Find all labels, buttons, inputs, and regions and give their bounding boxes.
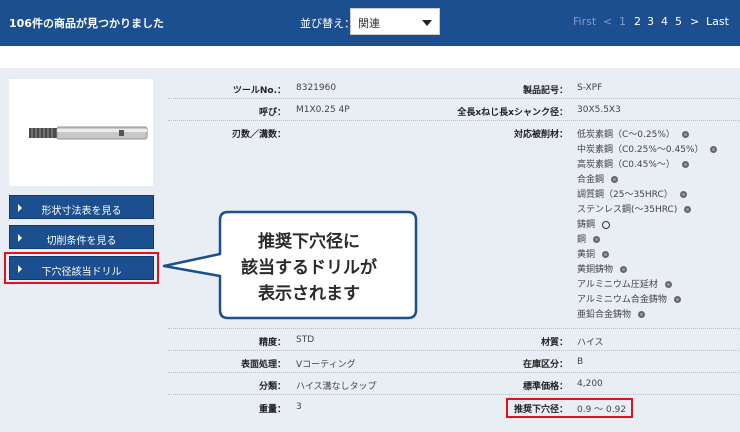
double-circle-icon — [673, 296, 681, 303]
list-item: 高炭素鋼（C0.45%〜） — [577, 157, 689, 170]
highlight-box — [4, 252, 159, 284]
callout-text: 推奨下穴径に 該当するドリルが 表示されます — [224, 229, 394, 307]
table-row: 呼び： M1X0.25 4P 全長xねじ長xシャンク径： 30X5.5X3 — [168, 99, 740, 121]
double-circle-icon — [679, 191, 687, 198]
pager-page-5[interactable]: 5 — [675, 15, 682, 28]
callout-line: 該当するドリルが — [241, 258, 377, 278]
list-item: アルミニウム圧延材 — [577, 277, 672, 290]
list-item: 低炭素鋼（C〜0.25%） — [577, 127, 689, 140]
surface-value: Vコーティング — [296, 360, 356, 370]
view-dimensions-button[interactable]: 形状寸法表を見る — [9, 195, 154, 219]
pager-page-3[interactable]: 3 — [647, 15, 654, 28]
double-circle-icon — [710, 146, 718, 153]
double-circle-icon — [602, 251, 610, 258]
list-item: 亜鉛合金鋳物 — [577, 307, 646, 320]
list-item: 黄銅 — [577, 247, 610, 260]
pager-page-2[interactable]: 2 — [634, 15, 641, 28]
double-circle-icon — [681, 161, 689, 168]
result-count: 106件の商品が見つかりました — [9, 17, 164, 30]
accuracy-value: STD — [296, 335, 315, 345]
callout-line: 推奨下穴径に — [258, 232, 360, 252]
stock-value: B — [577, 357, 584, 367]
accuracy-label: 精度： — [258, 338, 286, 348]
materials-label: 対応被削材： — [513, 130, 568, 140]
pager-prev[interactable]: < — [603, 15, 612, 28]
list-item: 中炭素鋼（C0.25%〜0.45%） — [577, 142, 718, 155]
list-item: 黄銅鋳物 — [577, 262, 628, 275]
table-row: 表面処理： Vコーティング 在庫区分： B — [168, 351, 740, 373]
category-value: ハイス溝なしタップ — [296, 382, 377, 392]
weight-label: 重量： — [258, 405, 286, 415]
callout-line: 表示されます — [258, 284, 360, 304]
sort-select[interactable]: 関連 — [350, 8, 440, 35]
pager-next[interactable]: > — [690, 15, 699, 28]
product-code-value: S-XPF — [577, 83, 603, 93]
view-cutting-conditions-label: 切削条件を見る — [46, 236, 117, 247]
dims-value: 30X5.5X3 — [577, 105, 621, 115]
list-item: 鋳鋼 — [577, 217, 611, 230]
double-circle-icon — [620, 266, 628, 273]
stock-label: 在庫区分： — [522, 360, 568, 370]
tap-tool-image — [29, 126, 148, 140]
table-row: 重量： 3 推奨下穴径： 0.9 〜 0.92 — [168, 395, 740, 419]
chevron-down-icon — [422, 20, 432, 26]
tool-no-value: 8321960 — [296, 83, 337, 93]
double-circle-icon — [611, 176, 619, 183]
thread-label: 呼び： — [258, 108, 286, 118]
material-label: 材質： — [540, 338, 568, 348]
list-item: ステンレス鋼(〜35HRC) — [577, 202, 692, 215]
view-cutting-conditions-button[interactable]: 切削条件を見る — [9, 225, 154, 249]
double-circle-icon — [664, 281, 672, 288]
teeth-label: 刃数／溝数： — [231, 130, 286, 140]
list-item: 調質鋼（25〜35HRC） — [577, 187, 687, 200]
pager-last[interactable]: Last — [706, 15, 729, 28]
tool-no-label: ツールNo.： — [232, 86, 286, 96]
material-value: ハイス — [577, 338, 604, 348]
pager-page-1[interactable]: 1 — [619, 15, 626, 28]
double-circle-icon — [681, 131, 689, 138]
double-circle-icon — [593, 236, 601, 243]
price-label: 標準価格： — [522, 382, 568, 392]
list-item: アルミニウム合金鋳物 — [577, 292, 681, 305]
list-item: 合金鋼 — [577, 172, 619, 185]
circle-icon — [602, 220, 611, 229]
weight-value: 3 — [296, 402, 302, 412]
table-row: 精度： STD 材質： ハイス — [168, 329, 740, 351]
pilot-highlight-box — [506, 398, 633, 418]
list-item: 鋼 — [577, 232, 601, 245]
category-label: 分類： — [258, 382, 286, 392]
pager-page-4[interactable]: 4 — [661, 15, 668, 28]
table-row: ツールNo.： 8321960 製品記号： S-XPF — [168, 77, 740, 99]
price-value: 4,200 — [577, 379, 603, 389]
thread-value: M1X0.25 4P — [296, 105, 350, 115]
product-code-label: 製品記号： — [522, 86, 568, 96]
table-row: 分類： ハイス溝なしタップ 標準価格： 4,200 — [168, 373, 740, 395]
sort-label: 並び替え： — [300, 17, 355, 30]
pager-first[interactable]: First — [573, 15, 596, 28]
product-image[interactable] — [9, 79, 153, 186]
view-dimensions-label: 形状寸法表を見る — [41, 206, 122, 217]
surface-label: 表面処理： — [240, 360, 286, 370]
sort-select-value: 関連 — [358, 17, 380, 30]
double-circle-icon — [684, 206, 692, 213]
results-header-bar: 106件の商品が見つかりました 並び替え： 関連 First < 1 2 3 4… — [0, 0, 740, 46]
double-circle-icon — [638, 311, 646, 318]
dims-label: 全長xねじ長xシャンク径： — [457, 108, 568, 118]
